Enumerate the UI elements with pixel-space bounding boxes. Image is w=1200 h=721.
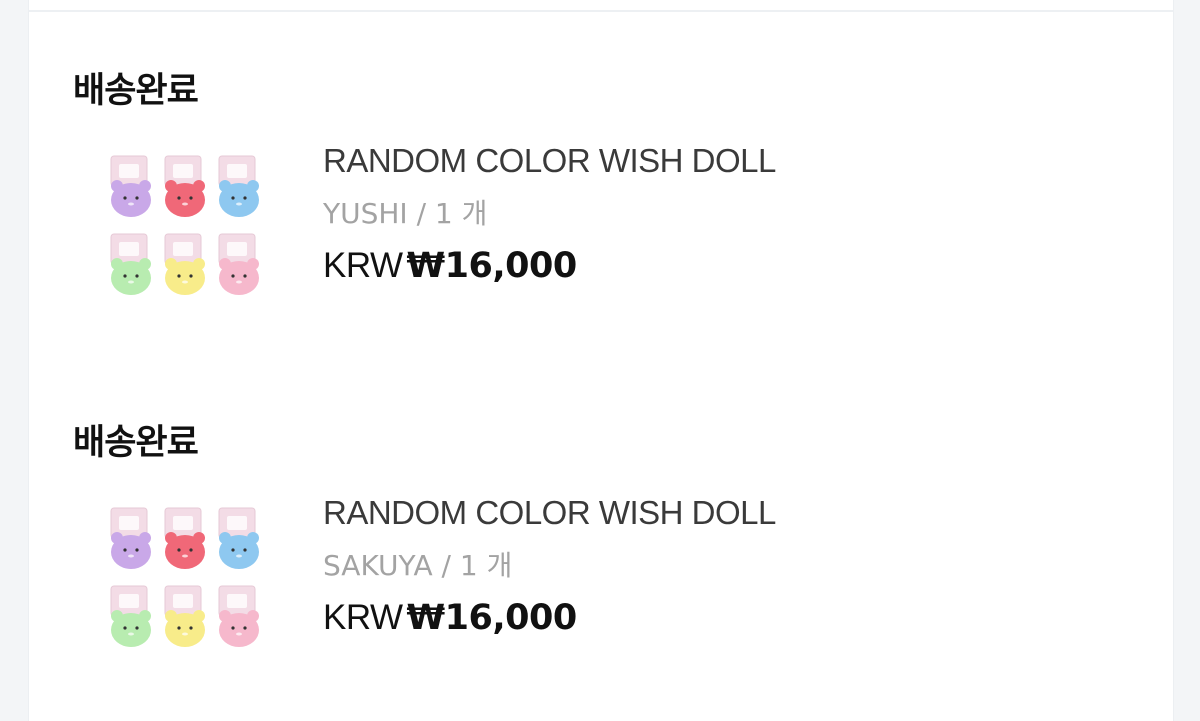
doll-figure	[164, 233, 205, 295]
divider	[29, 10, 1173, 12]
doll-figure	[218, 507, 259, 569]
product-name[interactable]: RANDOM COLOR WISH DOLL	[323, 142, 776, 186]
doll-figure	[164, 155, 205, 217]
doll-figure	[110, 155, 151, 217]
doll-figure	[110, 585, 151, 647]
doll-figure	[218, 585, 259, 647]
doll-figure	[218, 233, 259, 295]
product-option: YUSHI / 1 개	[323, 197, 488, 230]
doll-figure	[218, 155, 259, 217]
product-thumbnail[interactable]	[101, 502, 271, 652]
product-price: KRW ₩16,000	[323, 246, 776, 286]
doll-figure	[164, 507, 205, 569]
product-info: RANDOM COLOR WISH DOLL SAKUYA / 1 개 KRW ₩…	[323, 494, 776, 638]
product-name[interactable]: RANDOM COLOR WISH DOLL	[323, 494, 776, 538]
price-amount: ₩16,000	[406, 246, 578, 286]
product-price: KRW ₩16,000	[323, 598, 776, 638]
product-thumbnail[interactable]	[101, 150, 271, 300]
doll-figure	[110, 233, 151, 295]
order-status: 배송완료	[73, 423, 199, 463]
price-amount: ₩16,000	[406, 598, 578, 638]
product-info: RANDOM COLOR WISH DOLL YUSHI / 1 개 KRW ₩1…	[323, 142, 776, 286]
price-currency: KRW	[323, 598, 403, 637]
order-list-card: 배송완료 RANDOM COLOR WISH DOLL YUSHI / 1 개 …	[28, 0, 1174, 721]
doll-figure	[110, 507, 151, 569]
price-currency: KRW	[323, 246, 403, 285]
order-status: 배송완료	[73, 71, 199, 111]
product-option: SAKUYA / 1 개	[323, 549, 513, 582]
doll-figure	[164, 585, 205, 647]
